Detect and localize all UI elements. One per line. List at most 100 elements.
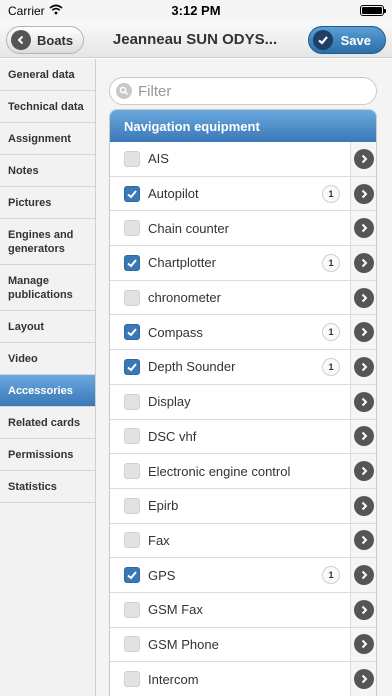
detail-button[interactable]	[350, 211, 376, 246]
save-button[interactable]: Save	[307, 26, 386, 54]
list-item-label: Chain counter	[148, 220, 229, 236]
list-item-label: Electronic engine control	[148, 463, 291, 479]
detail-button[interactable]	[350, 384, 376, 419]
search-icon	[116, 83, 132, 99]
list-item[interactable]: GPS 1	[110, 558, 376, 593]
checkbox[interactable]	[124, 532, 140, 549]
status-bar: Carrier 3:12 PM	[0, 0, 392, 22]
save-button-label: Save	[340, 32, 371, 48]
list-item[interactable]: Depth Sounder 1	[110, 350, 376, 385]
list-item-label: GPS	[148, 567, 176, 583]
detail-button[interactable]	[350, 662, 376, 696]
list-item[interactable]: GSM Phone	[110, 627, 376, 663]
list-item[interactable]: Display	[110, 384, 376, 420]
checkbox-checked[interactable]	[124, 185, 140, 202]
list-item-label: GSM Phone	[148, 636, 219, 652]
sidebar-item-assignment[interactable]: Assignment	[0, 123, 95, 155]
list-item[interactable]: Electronic engine control	[110, 454, 376, 489]
filter-input[interactable]: Filter	[109, 77, 377, 105]
checkmark-icon	[312, 30, 333, 50]
sidebar-item-manage-publications[interactable]: Manage publications	[0, 265, 95, 311]
detail-button[interactable]	[350, 523, 376, 558]
detail-button[interactable]	[350, 558, 376, 592]
checkbox[interactable]	[124, 601, 140, 618]
chevron-right-icon	[353, 183, 374, 204]
detail-button[interactable]	[350, 350, 376, 384]
list-item[interactable]: Fax	[110, 523, 376, 559]
chevron-right-icon	[353, 148, 374, 169]
sidebar-item-related-cards[interactable]: Related cards	[0, 407, 95, 439]
checkbox-checked[interactable]	[124, 324, 140, 341]
list-item-label: Depth Sounder	[148, 359, 236, 375]
checkbox[interactable]	[124, 463, 140, 480]
checkbox-checked[interactable]	[124, 358, 140, 375]
list-rows: AIS Autopilot 1 Chain counter Chartplotter 1 c…	[110, 142, 376, 696]
sidebar-item-accessories[interactable]: Accessories	[0, 375, 95, 407]
sidebar-item-technical-data[interactable]: Technical data	[0, 91, 95, 123]
list-item-label: AIS	[148, 151, 169, 167]
list-item[interactable]: Autopilot 1	[110, 176, 376, 212]
sidebar-item-layout[interactable]: Layout	[0, 311, 95, 343]
sidebar-item-engines-and-generators[interactable]: Engines and generators	[0, 219, 95, 265]
detail-button[interactable]	[350, 246, 376, 280]
detail-button[interactable]	[350, 488, 376, 523]
back-button[interactable]: Boats	[6, 26, 85, 54]
sidebar-item-general-data[interactable]: General data	[0, 59, 95, 91]
detail-button[interactable]	[350, 280, 376, 315]
sidebar-item-notes[interactable]: Notes	[0, 155, 95, 187]
chevron-right-icon	[353, 218, 374, 239]
checkbox[interactable]	[124, 220, 140, 237]
filter-placeholder: Filter	[138, 82, 172, 100]
sidebar-item-label: Accessories	[8, 384, 73, 397]
checkbox-checked[interactable]	[124, 254, 140, 271]
sidebar-item-label: Statistics	[8, 480, 57, 493]
list-item[interactable]: GSM Fax	[110, 592, 376, 628]
detail-button[interactable]	[350, 315, 376, 350]
chevron-right-icon	[353, 495, 374, 516]
list-item-label: Intercom	[148, 671, 199, 687]
checkbox[interactable]	[124, 289, 140, 306]
checkmark-icon	[127, 328, 137, 337]
list-item[interactable]: chronometer	[110, 280, 376, 316]
count-badge: 1	[322, 184, 340, 203]
list-item-label: Compass	[148, 324, 203, 340]
list-item[interactable]: Chain counter	[110, 211, 376, 247]
detail-button[interactable]	[350, 142, 376, 176]
list-item[interactable]: Intercom	[110, 662, 376, 696]
count-badge: 1	[322, 566, 340, 585]
sidebar-item-permissions[interactable]: Permissions	[0, 439, 95, 471]
list-item[interactable]: AIS	[110, 142, 376, 177]
sidebar-item-label: Assignment	[8, 132, 71, 145]
checkbox[interactable]	[124, 393, 140, 410]
detail-button[interactable]	[350, 419, 376, 454]
detail-button[interactable]	[350, 592, 376, 627]
checkbox-checked[interactable]	[124, 567, 140, 584]
sidebar-item-label: Related cards	[8, 416, 81, 429]
checkbox[interactable]	[124, 671, 140, 688]
checkbox[interactable]	[124, 150, 140, 167]
checkbox[interactable]	[124, 636, 140, 653]
sidebar-item-label: Technical data	[8, 100, 84, 113]
list-item[interactable]: Epirb	[110, 488, 376, 524]
sidebar-item-video[interactable]: Video	[0, 343, 95, 375]
list-item[interactable]: Compass 1	[110, 315, 376, 351]
sidebar-item-label: Notes	[8, 164, 39, 177]
detail-button[interactable]	[350, 627, 376, 662]
chevron-right-icon	[353, 356, 374, 377]
checkmark-icon	[127, 259, 137, 268]
chevron-left-icon	[11, 30, 31, 50]
sidebar: General data Technical data Assignment N…	[0, 59, 96, 696]
checkbox[interactable]	[124, 428, 140, 445]
chevron-right-icon	[353, 426, 374, 447]
list-item[interactable]: Chartplotter 1	[110, 246, 376, 281]
checkbox[interactable]	[124, 497, 140, 514]
main-content: Filter Navigation equipment AIS Autopilot…	[96, 59, 392, 696]
sidebar-item-statistics[interactable]: Statistics	[0, 471, 95, 503]
list-item[interactable]: DSC vhf	[110, 419, 376, 455]
chevron-right-icon	[353, 391, 374, 412]
sidebar-item-label: Pictures	[8, 196, 52, 209]
detail-button[interactable]	[350, 454, 376, 488]
chevron-right-icon	[353, 461, 374, 482]
sidebar-item-pictures[interactable]: Pictures	[0, 187, 95, 219]
detail-button[interactable]	[350, 176, 376, 211]
